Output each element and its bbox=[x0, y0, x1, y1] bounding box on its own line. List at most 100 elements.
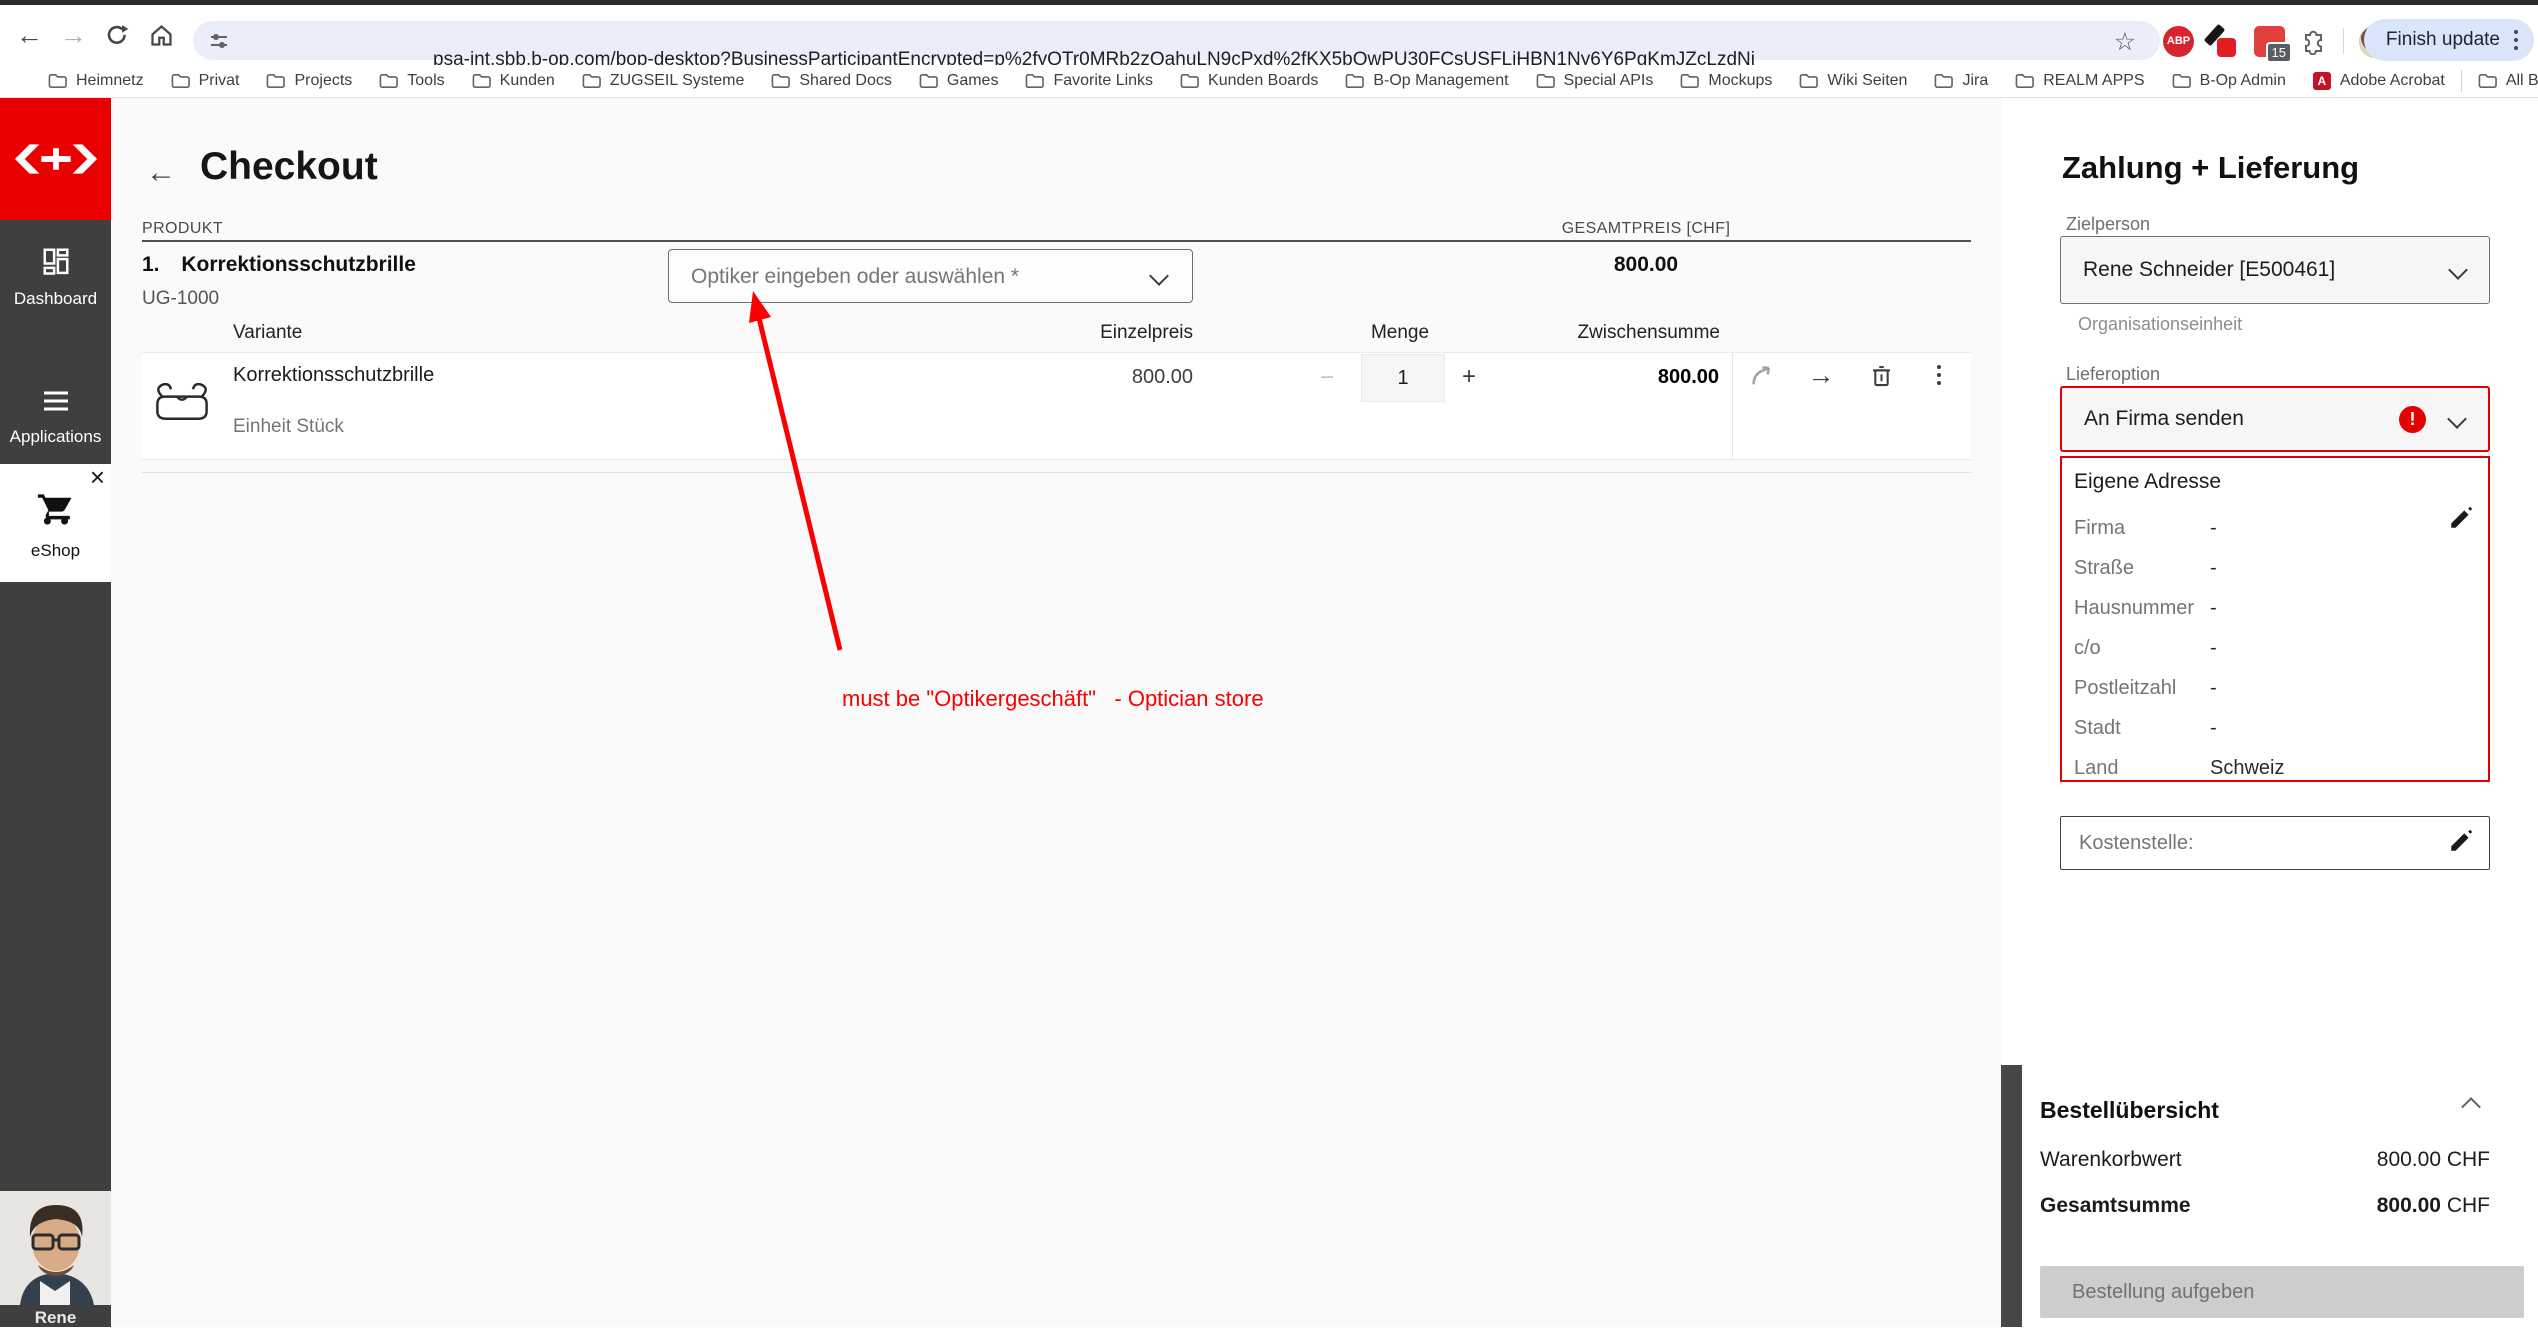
adobe-acrobat-icon: A bbox=[2312, 72, 2331, 90]
sidebar-item-applications[interactable]: Applications bbox=[0, 388, 111, 447]
forward-icon[interactable]: → bbox=[60, 22, 87, 49]
quantity-increase-button[interactable]: + bbox=[1462, 363, 1476, 391]
refresh-icon[interactable] bbox=[104, 23, 130, 49]
folder-icon bbox=[1536, 74, 1555, 88]
folder-icon bbox=[48, 74, 67, 88]
split-position-button[interactable] bbox=[1745, 357, 1781, 393]
bookmark-folder[interactable]: Wiki Seiten bbox=[1799, 72, 1907, 90]
product-index: 1. bbox=[142, 253, 160, 276]
lieferoption-select[interactable]: An Firma senden ! bbox=[2060, 386, 2490, 452]
grand-total-amount: 800.00 CHF bbox=[2376, 1194, 2490, 1217]
optician-input[interactable] bbox=[689, 250, 1133, 304]
folder-icon bbox=[2478, 74, 2497, 88]
toolbar-divider bbox=[2343, 28, 2344, 54]
user-name-label: Rene bbox=[34, 1308, 77, 1327]
bookmark-label: Tools bbox=[407, 72, 445, 89]
quantity-decrease-button[interactable]: − bbox=[1320, 364, 1334, 392]
back-button[interactable]: ← bbox=[146, 156, 176, 190]
bookmark-label: Adobe Acrobat bbox=[2339, 72, 2445, 89]
close-icon[interactable]: × bbox=[90, 464, 105, 490]
folder-icon bbox=[379, 74, 399, 88]
optician-dropdown[interactable] bbox=[668, 249, 1193, 304]
home-icon[interactable] bbox=[148, 22, 175, 49]
colorpicker-extension-icon[interactable] bbox=[2203, 23, 2239, 57]
sidebar-item-dashboard[interactable]: Dashboard bbox=[0, 246, 111, 309]
address-row: Straße - bbox=[2074, 548, 2434, 588]
delete-item-button[interactable] bbox=[1863, 357, 1899, 393]
folder-icon bbox=[1026, 74, 1045, 88]
browser-menu-icon[interactable] bbox=[2514, 30, 2518, 34]
bookmark-label: Wiki Seiten bbox=[1827, 72, 1908, 89]
product-code: UG-1000 bbox=[142, 288, 220, 309]
bookmark-folder[interactable]: B-Op Admin bbox=[2172, 72, 2286, 90]
bookmark-folder[interactable]: Jira bbox=[1934, 72, 1988, 90]
row-unit-price: 800.00 bbox=[1131, 366, 1193, 388]
bookmark-label: Special APIs bbox=[1563, 72, 1654, 89]
address-row-label: Postleitzahl bbox=[2074, 676, 2177, 699]
folder-icon bbox=[267, 74, 286, 88]
bookmark-label: Projects bbox=[294, 72, 353, 89]
bookmark-folder[interactable]: Special APIs bbox=[1536, 72, 1654, 90]
bookmark-folder[interactable]: Shared Docs bbox=[771, 72, 892, 90]
bookmark-folder[interactable]: Heimnetz bbox=[48, 72, 144, 90]
bookmark-star-icon[interactable]: ☆ bbox=[2114, 27, 2136, 57]
bookmark-folder[interactable]: Projects bbox=[266, 72, 352, 90]
organisationseinheit-label: Organisationseinheit bbox=[2078, 314, 2243, 334]
address-row-value: - bbox=[2210, 636, 2217, 659]
sbb-logo[interactable] bbox=[0, 98, 111, 220]
cart-value-label: Warenkorbwert bbox=[2040, 1148, 2182, 1171]
chevron-down-icon bbox=[2448, 260, 2468, 280]
all-bookmarks[interactable]: All Bookmarks bbox=[2478, 72, 2538, 90]
bookmark-folder[interactable]: REALM APPS bbox=[2015, 72, 2145, 90]
url-bar[interactable]: psa-int.sbb.b-op.com/bop-desktop?Busines… bbox=[193, 21, 2160, 70]
bookmark-folder[interactable]: Kunden Boards bbox=[1180, 72, 1318, 90]
bookmark-label: Games bbox=[946, 72, 999, 89]
adblock-extension-icon[interactable]: ABP bbox=[2163, 25, 2194, 57]
quantity-input[interactable]: 1 bbox=[1361, 354, 1445, 402]
user-photo[interactable] bbox=[0, 1191, 111, 1305]
panel-scrollbar[interactable] bbox=[2001, 1065, 2022, 1327]
edit-address-icon[interactable] bbox=[2448, 505, 2474, 531]
zielperson-label: Zielperson bbox=[2066, 214, 2151, 234]
site-settings-icon[interactable] bbox=[209, 31, 229, 51]
bookmark-folder[interactable]: Privat bbox=[171, 72, 240, 90]
row-subtotal: 800.00 bbox=[1657, 366, 1719, 388]
place-order-button[interactable]: Bestellung aufgeben bbox=[2040, 1266, 2524, 1318]
sidebar-item-eshop-active[interactable]: × eShop bbox=[0, 464, 111, 582]
finish-update-button[interactable]: Finish update bbox=[2363, 19, 2534, 61]
bookmark-folder[interactable]: B-Op Management bbox=[1345, 72, 1509, 90]
extension-badge-icon[interactable]: 15 bbox=[2254, 25, 2292, 63]
bookmark-folder[interactable]: Games bbox=[919, 72, 999, 90]
bookmark-folder[interactable]: Favorite Links bbox=[1025, 72, 1153, 90]
bookmark-folder[interactable]: Tools bbox=[379, 72, 445, 90]
address-row: c/o - bbox=[2074, 628, 2434, 668]
bookmark-folder[interactable]: Mockups bbox=[1680, 72, 1772, 90]
back-icon[interactable]: ← bbox=[16, 22, 43, 49]
bookmark-folder[interactable]: ZUGSEIL Systeme bbox=[582, 72, 744, 90]
sidebar-item-label: Applications bbox=[9, 427, 102, 446]
grand-total-row: Gesamtsumme 800.00 CHF bbox=[2040, 1194, 2490, 1218]
table-header-variante: Variante bbox=[233, 322, 303, 343]
extensions-puzzle-icon[interactable] bbox=[2300, 27, 2328, 55]
kostenstelle-field[interactable]: Kostenstelle: bbox=[2060, 816, 2490, 870]
annotation-text: must be "Optikergeschäft" - Optician sto… bbox=[842, 686, 1264, 711]
bookmarks-bar: Heimnetz Privat Projects Tools Kunden ZU… bbox=[0, 65, 2538, 98]
bookmark-label: Privat bbox=[198, 72, 240, 89]
edit-kostenstelle-icon[interactable] bbox=[2448, 828, 2474, 854]
page-title: Checkout bbox=[200, 145, 378, 188]
zielperson-select[interactable]: Rene Schneider [E500461] bbox=[2060, 236, 2490, 304]
bookmark-label: Jira bbox=[1962, 72, 1989, 89]
address-rows: Firma - Straße - Hausnummer - c/o - Post… bbox=[2074, 508, 2434, 788]
row-variant-name: Korrektionsschutzbrille bbox=[233, 364, 435, 386]
address-row-label: Stadt bbox=[2074, 716, 2121, 739]
bookmark-folder[interactable]: Kunden bbox=[472, 72, 555, 90]
row-menu-button[interactable] bbox=[1921, 357, 1957, 393]
address-row-value: - bbox=[2210, 676, 2217, 699]
address-row: Firma - bbox=[2074, 508, 2434, 548]
table-header-zwischensumme: Zwischensumme bbox=[1577, 322, 1720, 343]
address-row-label: Land bbox=[2074, 756, 2119, 779]
bookmark-adobe[interactable]: A Adobe Acrobat bbox=[2312, 72, 2445, 90]
product-name: Korrektionsschutzbrille bbox=[181, 253, 416, 276]
product-position: 1. Korrektionsschutzbrille bbox=[142, 253, 416, 277]
move-item-button[interactable]: → bbox=[1803, 357, 1839, 393]
